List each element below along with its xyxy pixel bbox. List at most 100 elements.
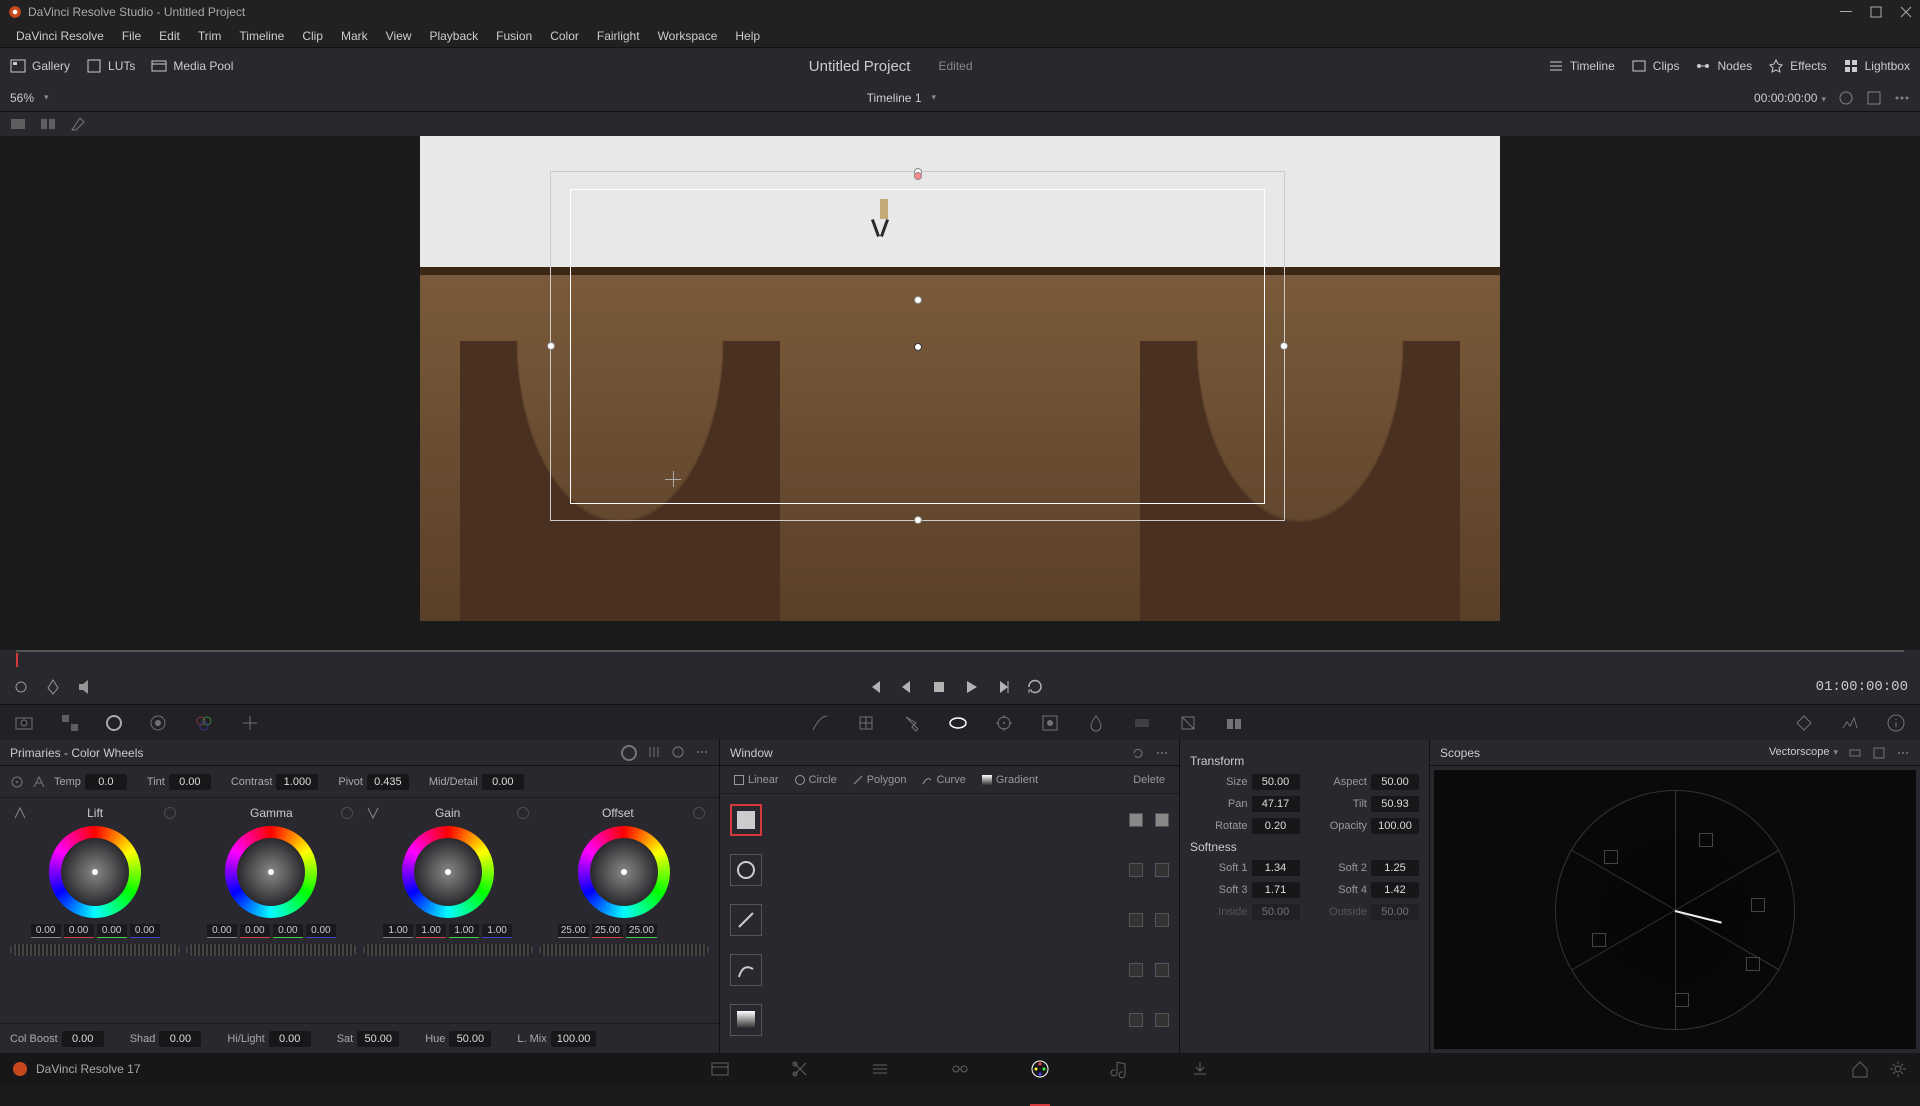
lmix-value[interactable]: 100.00 <box>551 1031 597 1047</box>
add-linear-button[interactable]: Linear <box>728 772 785 788</box>
mediapool-button[interactable]: Media Pool <box>151 58 233 74</box>
loop-icon[interactable] <box>1026 678 1044 696</box>
lightbox-button[interactable]: Lightbox <box>1843 58 1910 74</box>
lift-wheel[interactable] <box>49 826 141 918</box>
project-settings-icon[interactable] <box>1888 1059 1908 1079</box>
sizing-icon[interactable] <box>1178 713 1198 733</box>
key-icon[interactable] <box>1132 713 1152 733</box>
gamma-jog[interactable] <box>186 944 356 956</box>
shape-gradient[interactable] <box>730 1004 762 1036</box>
shape-circle-row[interactable] <box>730 854 1169 886</box>
log-mode-icon[interactable] <box>671 745 685 759</box>
audio-icon[interactable] <box>76 678 94 696</box>
color-page-icon[interactable] <box>1030 1059 1050 1079</box>
scopes-icon[interactable] <box>1840 713 1860 733</box>
expand-icon[interactable] <box>1866 90 1882 106</box>
motioneffects-icon[interactable] <box>240 713 260 733</box>
settings-icon[interactable] <box>12 678 30 696</box>
menu-edit[interactable]: Edit <box>151 26 188 46</box>
play-icon[interactable] <box>962 678 980 696</box>
bypass-icon[interactable] <box>1838 90 1854 106</box>
menu-color[interactable]: Color <box>542 26 587 46</box>
primaries-options-icon[interactable] <box>695 745 709 759</box>
curves-icon[interactable] <box>810 713 830 733</box>
shape-invert-toggle[interactable] <box>1155 913 1169 927</box>
luts-button[interactable]: LUTs <box>86 58 135 74</box>
wheels-mode-icon[interactable] <box>621 745 637 761</box>
edit-page-icon[interactable] <box>870 1059 890 1079</box>
add-polygon-button[interactable]: Polygon <box>847 772 913 788</box>
window-options-icon[interactable] <box>1155 746 1169 760</box>
window-icon[interactable] <box>948 713 968 733</box>
stop-icon[interactable] <box>930 678 948 696</box>
zoom-dropdown[interactable]: 56% <box>10 91 49 105</box>
tilt-value[interactable]: 50.93 <box>1371 796 1419 812</box>
highlight-icon[interactable] <box>70 116 86 132</box>
camera-raw-icon[interactable] <box>14 713 34 733</box>
options-icon[interactable] <box>1894 90 1910 106</box>
gamma-reset-icon[interactable] <box>341 807 353 819</box>
shad-value[interactable]: 0.00 <box>159 1031 201 1047</box>
shape-mask-toggle[interactable] <box>1129 963 1143 977</box>
first-frame-icon[interactable] <box>866 678 884 696</box>
timeline-button[interactable]: Timeline <box>1548 58 1615 74</box>
menu-playback[interactable]: Playback <box>421 26 486 46</box>
imageview-icon[interactable] <box>10 116 26 132</box>
qualifier-icon[interactable] <box>902 713 922 733</box>
pan-value[interactable]: 47.17 <box>1252 796 1300 812</box>
add-curve-button[interactable]: Curve <box>916 772 971 788</box>
viewer-timecode[interactable]: 00:00:00:00 <box>1754 91 1826 105</box>
gain-jog[interactable] <box>363 944 533 956</box>
shape-gradient-row[interactable] <box>730 1004 1169 1036</box>
gamma-picker-icon[interactable] <box>190 807 202 819</box>
pivot-value[interactable]: 0.435 <box>367 774 409 790</box>
menu-trim[interactable]: Trim <box>190 26 230 46</box>
shape-polygon-row[interactable] <box>730 904 1169 936</box>
scopes-options-icon[interactable] <box>1896 746 1910 760</box>
blur-icon[interactable] <box>1086 713 1106 733</box>
soft4-value[interactable]: 1.42 <box>1371 882 1419 898</box>
lift-picker-icon[interactable] <box>14 807 26 819</box>
sat-value[interactable]: 50.00 <box>357 1031 399 1047</box>
menu-fusion[interactable]: Fusion <box>488 26 540 46</box>
shape-invert-toggle[interactable] <box>1155 963 1169 977</box>
contrast-value[interactable]: 1.000 <box>276 774 318 790</box>
shape-linear-row[interactable] <box>730 804 1169 836</box>
shape-mask-toggle[interactable] <box>1129 813 1143 827</box>
gain-reset-icon[interactable] <box>517 807 529 819</box>
splitview-icon[interactable] <box>40 116 56 132</box>
magicmask-icon[interactable] <box>1040 713 1060 733</box>
offset-jog[interactable] <box>539 944 709 956</box>
colboost-value[interactable]: 0.00 <box>62 1031 104 1047</box>
maximize-icon[interactable] <box>1870 6 1882 18</box>
deliver-page-icon[interactable] <box>1190 1059 1210 1079</box>
tracking-icon[interactable] <box>994 713 1014 733</box>
scope-type-dropdown[interactable]: Vectorscope <box>1769 746 1838 760</box>
media-page-icon[interactable] <box>710 1059 730 1079</box>
delete-shape-button[interactable]: Delete <box>1127 772 1171 788</box>
viewer[interactable] <box>420 136 1500 621</box>
shape-invert-toggle[interactable] <box>1155 813 1169 827</box>
fairlight-page-icon[interactable] <box>1110 1059 1130 1079</box>
temp-value[interactable]: 0.0 <box>85 774 127 790</box>
shape-curve-row[interactable] <box>730 954 1169 986</box>
offset-reset-icon[interactable] <box>693 807 705 819</box>
timeline-dropdown[interactable]: Timeline 1 <box>867 91 936 105</box>
add-gradient-button[interactable]: Gradient <box>976 772 1044 788</box>
scopes-expand-icon[interactable] <box>1872 746 1886 760</box>
bars-mode-icon[interactable] <box>647 745 661 759</box>
menu-mark[interactable]: Mark <box>333 26 376 46</box>
gamma-wheel[interactable] <box>225 826 317 918</box>
marker-icon[interactable] <box>44 678 62 696</box>
auto-icon[interactable] <box>32 775 46 789</box>
window-reset-icon[interactable] <box>1131 746 1145 760</box>
hdr-icon[interactable] <box>148 713 168 733</box>
hilight-value[interactable]: 0.00 <box>269 1031 311 1047</box>
prev-frame-icon[interactable] <box>898 678 916 696</box>
effects-button[interactable]: Effects <box>1768 58 1826 74</box>
info-icon[interactable] <box>1886 713 1906 733</box>
rgbmixer-icon[interactable] <box>194 713 214 733</box>
clips-button[interactable]: Clips <box>1631 58 1680 74</box>
aspect-value[interactable]: 50.00 <box>1371 774 1419 790</box>
shape-mask-toggle[interactable] <box>1129 1013 1143 1027</box>
